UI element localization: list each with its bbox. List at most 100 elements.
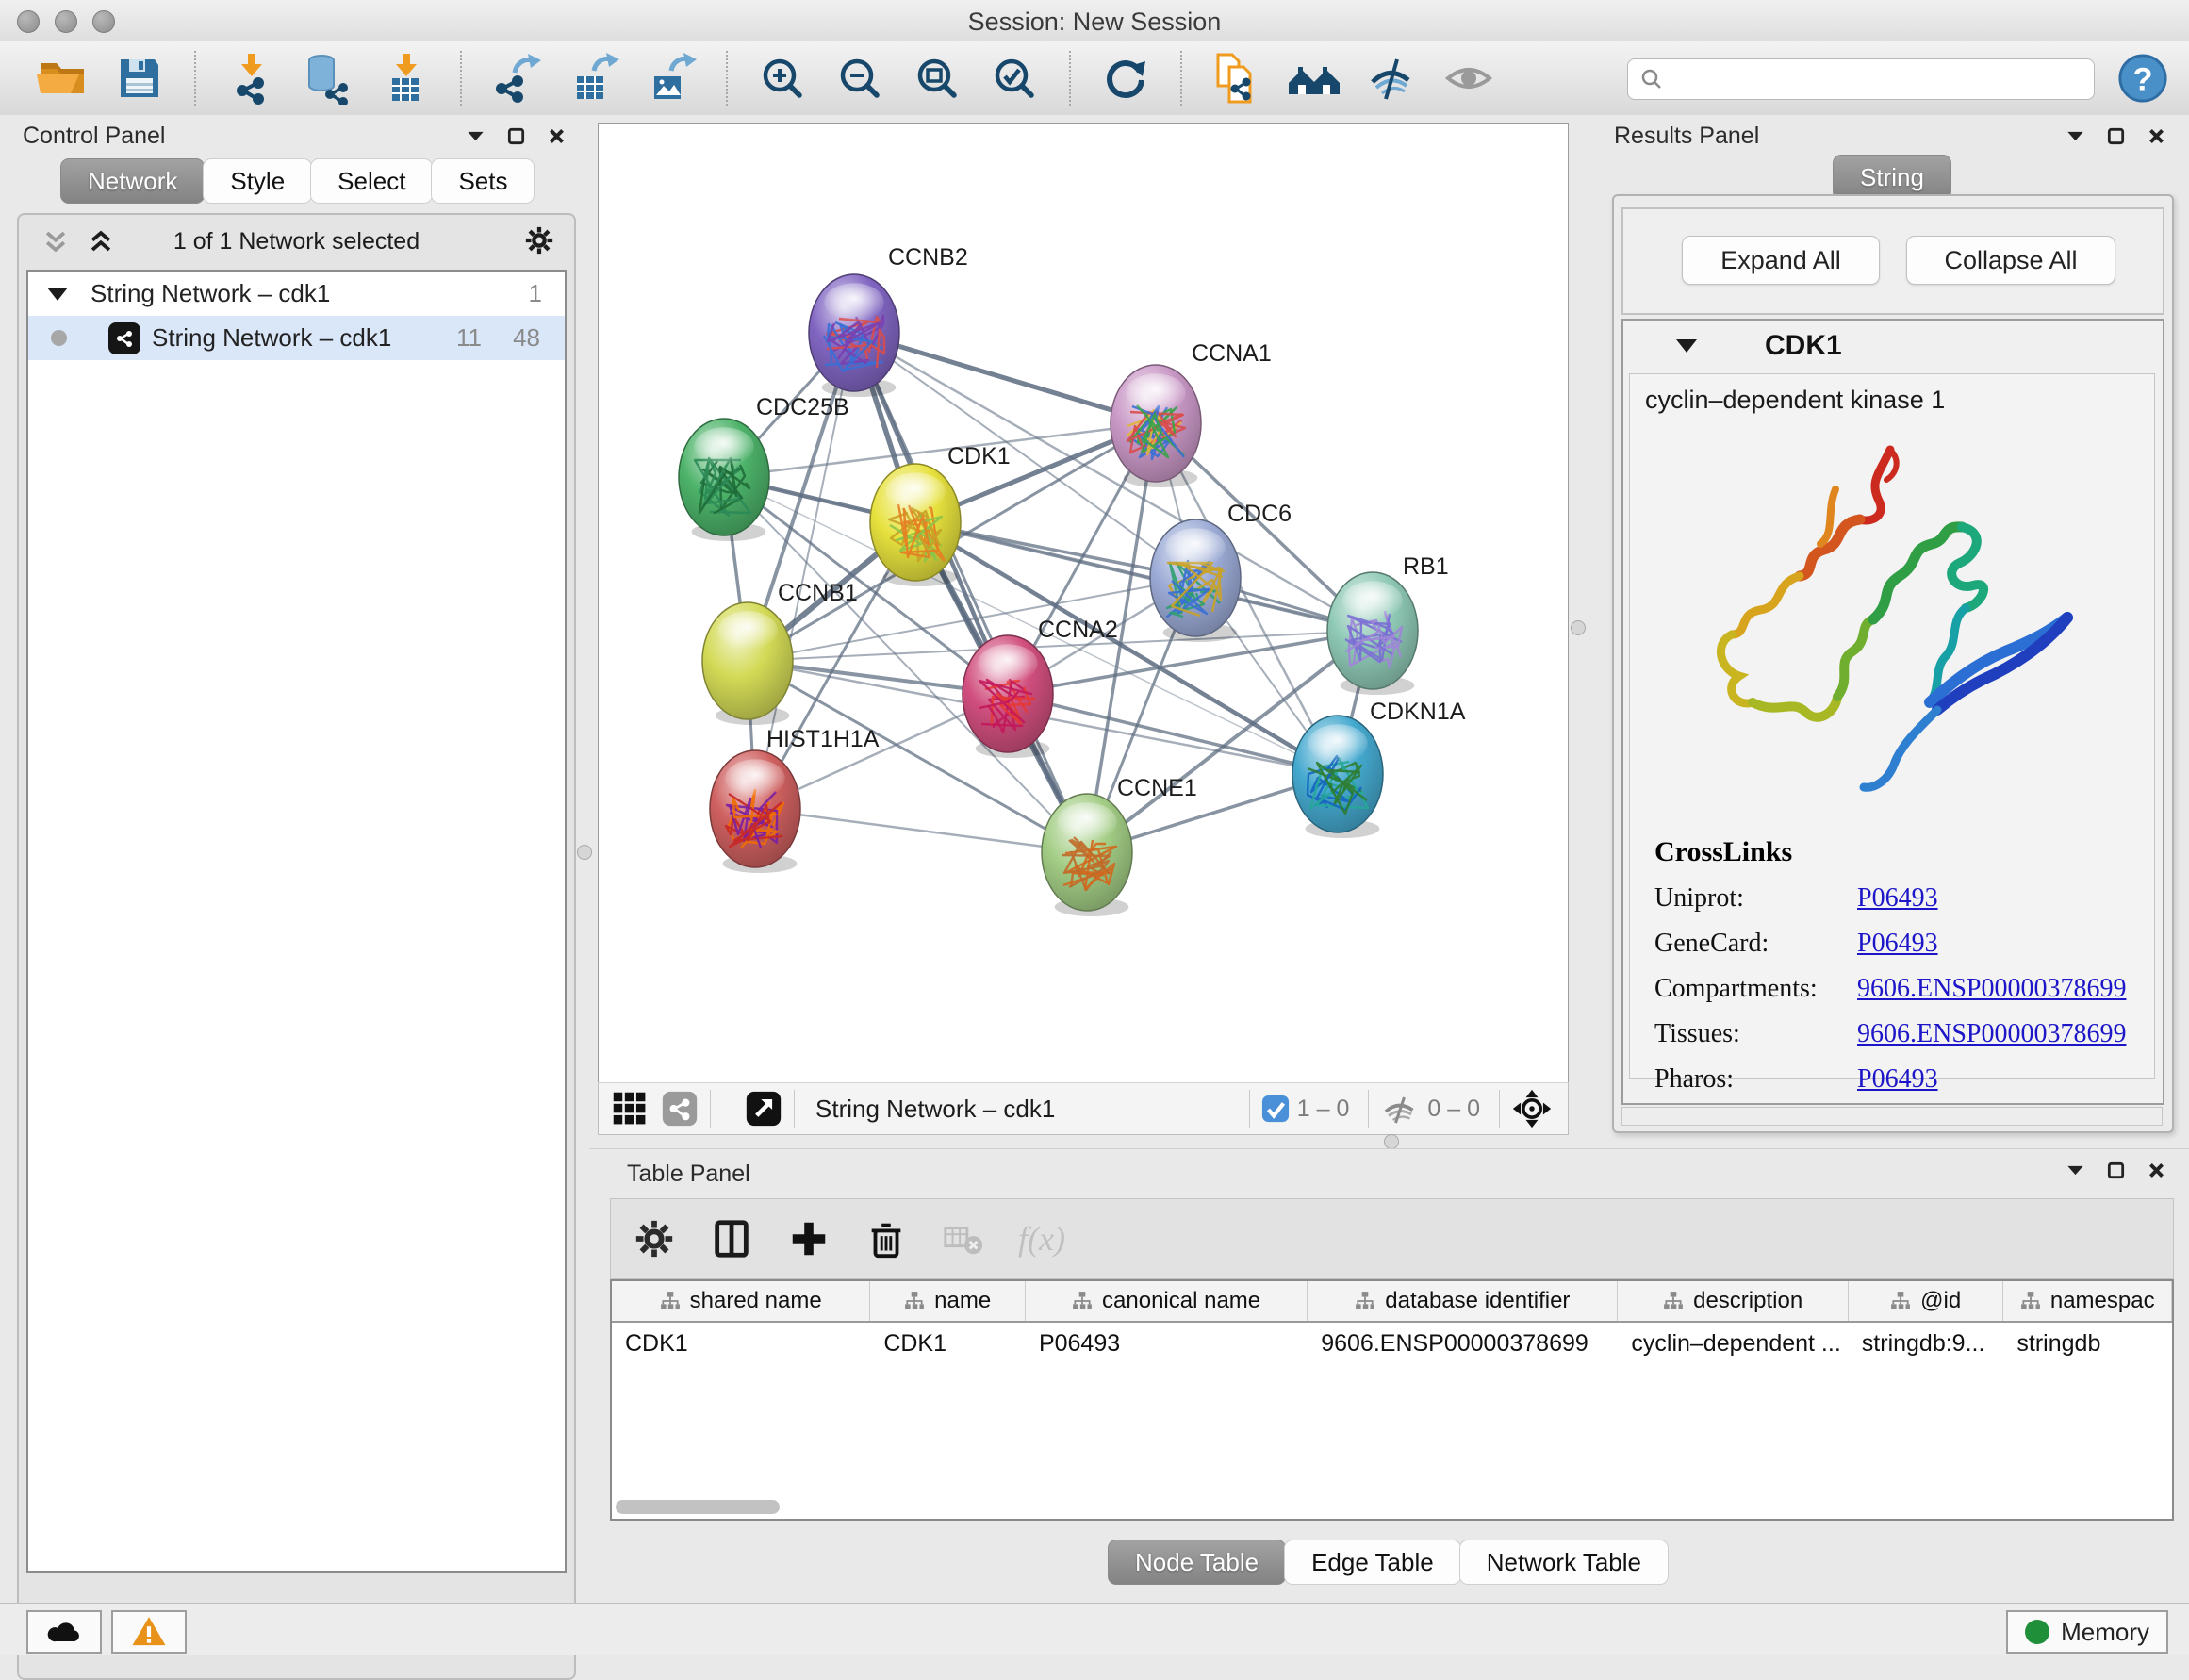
network-node-CDK1[interactable] (870, 464, 961, 586)
tab-network-table[interactable]: Network Table (1459, 1540, 1669, 1585)
tab-string[interactable]: String (1833, 155, 1951, 200)
left-splitter-handle[interactable] (577, 845, 592, 860)
eye-slash-icon[interactable] (1365, 52, 1418, 105)
node-table[interactable]: shared namenamecanonical namedatabase id… (610, 1279, 2174, 1521)
tab-sets[interactable]: Sets (431, 158, 535, 204)
automation-cloud-button[interactable] (26, 1610, 102, 1654)
panel-menu-icon[interactable] (466, 126, 486, 146)
grid-view-icon[interactable] (612, 1091, 648, 1127)
selected-checkbox-icon[interactable] (1261, 1095, 1290, 1123)
export-network-icon[interactable] (490, 52, 543, 105)
network-node-CDC6[interactable] (1150, 519, 1241, 642)
network-row[interactable]: String Network – cdk1 11 48 (28, 316, 565, 360)
search-input[interactable] (1673, 65, 2082, 93)
hidden-eye-slash-icon[interactable] (1380, 1089, 1420, 1128)
table-cell[interactable]: P06493 (1026, 1330, 1308, 1358)
crosslink-link[interactable]: 9606.ENSP00000378699 (1857, 974, 2126, 1004)
table-cell[interactable]: 9606.ENSP00000378699 (1308, 1330, 1618, 1358)
save-session-icon[interactable] (113, 52, 166, 105)
column-header-database-identifier[interactable]: database identifier (1308, 1281, 1618, 1321)
export-image-icon[interactable] (645, 52, 698, 105)
tab-node-table[interactable]: Node Table (1108, 1540, 1286, 1585)
section-collapse-icon[interactable] (1676, 339, 1697, 353)
zoom-in-icon[interactable] (756, 52, 809, 105)
panel-close-icon[interactable] (547, 126, 567, 146)
panel-close-icon[interactable] (2147, 126, 2166, 146)
crosslink-link[interactable]: P06493 (1857, 883, 1938, 914)
panel-float-icon[interactable] (2106, 126, 2126, 146)
panel-float-icon[interactable] (2106, 1161, 2126, 1180)
network-node-HIST1H1A[interactable] (710, 750, 800, 873)
zoom-out-icon[interactable] (833, 52, 886, 105)
bottom-splitter-handle[interactable] (1384, 1134, 1399, 1149)
network-share-icon[interactable] (661, 1090, 699, 1128)
network-node-CCNB1[interactable] (702, 602, 793, 725)
column-header--id[interactable]: @id (1849, 1281, 2004, 1321)
table-cell[interactable]: stringdb:9... (1849, 1330, 2004, 1358)
add-icon[interactable] (786, 1216, 831, 1261)
gear-icon[interactable] (632, 1216, 677, 1261)
network-node-CDKN1A[interactable] (1292, 716, 1383, 838)
collapse-all-button[interactable]: Collapse All (1906, 236, 2115, 285)
network-node-CCNA1[interactable] (1111, 365, 1201, 487)
collection-expand-icon[interactable] (47, 288, 68, 301)
tab-select[interactable]: Select (310, 158, 433, 204)
network-collection-row[interactable]: String Network – cdk1 1 (28, 272, 565, 316)
birds-eye-view-icon[interactable] (1511, 1088, 1553, 1129)
tab-network[interactable]: Network (60, 158, 205, 204)
control-panel: Control Panel NetworkStyleSelectSets 1 o… (0, 115, 590, 1603)
eye-icon[interactable] (1442, 52, 1495, 105)
column-header-name[interactable]: name (870, 1281, 1026, 1321)
open-in-new-window-icon[interactable] (745, 1090, 782, 1128)
zoom-selected-icon[interactable] (988, 52, 1041, 105)
columns-icon[interactable] (709, 1216, 754, 1261)
column-header-shared-name[interactable]: shared name (612, 1281, 870, 1321)
network-graph[interactable]: CCNB2CCNA1CDC25BCDK1CDC6RB1CCNB1CCNA2CDK… (599, 124, 1568, 1083)
import-table-icon[interactable] (379, 52, 432, 105)
crosslink-link[interactable]: P06493 (1857, 1064, 1938, 1095)
table-cell[interactable]: CDK1 (612, 1330, 870, 1358)
open-session-icon[interactable] (36, 52, 89, 105)
panel-close-icon[interactable] (2147, 1161, 2166, 1180)
tab-style[interactable]: Style (203, 158, 312, 204)
network-node-RB1[interactable] (1327, 572, 1418, 695)
network-canvas[interactable]: CCNB2CCNA1CDC25BCDK1CDC6RB1CCNB1CCNA2CDK… (598, 123, 1569, 1084)
panel-float-icon[interactable] (506, 126, 526, 146)
document-share-icon[interactable] (1210, 52, 1263, 105)
column-header-canonical-name[interactable]: canonical name (1026, 1281, 1308, 1321)
table-cell[interactable]: cyclin–dependent ... (1618, 1330, 1848, 1358)
horizontal-scrollbar[interactable] (616, 1500, 780, 1514)
help-button[interactable]: ? (2117, 53, 2168, 104)
control-panel-tabs: NetworkStyleSelectSets (62, 158, 535, 204)
column-header-description[interactable]: description (1618, 1281, 1848, 1321)
network-node-CCNE1[interactable] (1042, 794, 1132, 916)
right-splitter-handle[interactable] (1571, 620, 1586, 635)
zoom-fit-icon[interactable] (911, 52, 963, 105)
search-field[interactable] (1627, 58, 2095, 100)
table-cell[interactable]: stringdb (2003, 1330, 2172, 1358)
tab-edge-table[interactable]: Edge Table (1284, 1540, 1461, 1585)
import-network-icon[interactable] (224, 52, 277, 105)
column-header-namespac[interactable]: namespac (2003, 1281, 2172, 1321)
trash-icon[interactable] (864, 1216, 909, 1261)
refresh-icon[interactable] (1099, 52, 1152, 105)
node-section-header[interactable]: CDK1 (1623, 321, 2163, 373)
crosslinks-block: CrossLinks Uniprot:P06493GeneCard:P06493… (1654, 836, 2126, 1095)
warnings-button[interactable] (111, 1610, 187, 1654)
network-node-CDC25B[interactable] (679, 419, 769, 541)
panel-menu-icon[interactable] (2066, 126, 2085, 146)
panel-menu-icon[interactable] (2066, 1161, 2085, 1180)
import-database-icon[interactable] (302, 52, 354, 105)
network-options-gear-icon[interactable] (523, 224, 555, 256)
results-scroll-strip[interactable] (1621, 1107, 2163, 1126)
houses-icon[interactable] (1288, 52, 1341, 105)
table-cell[interactable]: CDK1 (870, 1330, 1026, 1358)
expand-all-button[interactable]: Expand All (1682, 236, 1880, 285)
crosslink-link[interactable]: 9606.ENSP00000378699 (1857, 1019, 2126, 1049)
crosslink-link[interactable]: P06493 (1857, 929, 1938, 959)
export-table-icon[interactable] (568, 52, 620, 105)
memory-button[interactable]: Memory (2006, 1610, 2168, 1654)
network-node-CCNB2[interactable] (809, 274, 899, 397)
network-node-CCNA2[interactable] (963, 635, 1053, 758)
table-row[interactable]: CDK1CDK1P064939606.ENSP00000378699cyclin… (612, 1323, 2172, 1364)
